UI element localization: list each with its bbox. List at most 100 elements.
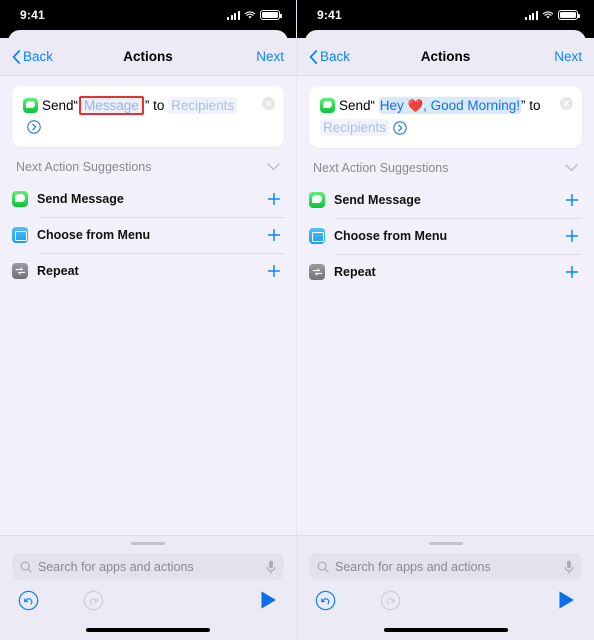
play-icon[interactable] bbox=[259, 590, 278, 610]
action-description: Send“ Message” to Recipients bbox=[23, 95, 273, 137]
status-bar-indicators bbox=[227, 10, 282, 20]
undo-redo-group bbox=[18, 590, 104, 611]
battery-icon bbox=[558, 10, 580, 20]
suggestion-row-send-message[interactable]: Send Message bbox=[309, 182, 582, 218]
chevron-right-circle-icon[interactable] bbox=[393, 121, 407, 135]
home-indicator[interactable] bbox=[86, 628, 210, 632]
suggestions-title: Next Action Suggestions bbox=[313, 161, 449, 175]
plus-icon[interactable] bbox=[267, 264, 281, 278]
back-button[interactable]: Back bbox=[12, 49, 53, 64]
suggestions-list: Send Message Choose from Menu Repeat bbox=[309, 182, 582, 290]
action-card[interactable]: Send“ Hey ❤️, Good Morning!” to Recipien… bbox=[309, 86, 582, 148]
back-button-label: Back bbox=[320, 49, 351, 64]
back-button[interactable]: Back bbox=[309, 49, 350, 64]
close-quote: ” bbox=[520, 98, 526, 113]
right-panel: 9:41 Back Actions Next Send“ Hey ❤️, Goo… bbox=[297, 0, 594, 640]
content-scroll-area: Send“ Message” to Recipients Next Action … bbox=[0, 76, 296, 535]
recipients-token[interactable]: Recipients bbox=[320, 119, 390, 136]
action-card[interactable]: Send“ Message” to Recipients bbox=[12, 86, 284, 147]
sheet-grabber[interactable] bbox=[131, 541, 165, 545]
action-description: Send“ Hey ❤️, Good Morning!” to Recipien… bbox=[320, 95, 571, 138]
navigation-bar: Back Actions Next bbox=[0, 38, 296, 76]
search-input[interactable]: Search for apps and actions bbox=[12, 553, 284, 580]
recipients-token[interactable]: Recipients bbox=[168, 97, 238, 114]
message-token[interactable]: Message bbox=[79, 96, 144, 115]
back-button-label: Back bbox=[23, 49, 54, 64]
undo-icon[interactable] bbox=[315, 590, 336, 611]
suggestions-header[interactable]: Next Action Suggestions bbox=[309, 148, 582, 182]
plus-icon[interactable] bbox=[565, 229, 579, 243]
message-token[interactable]: Hey ❤️, Good Morning! bbox=[378, 97, 521, 114]
open-quote: “ bbox=[73, 98, 79, 113]
navigation-bar: Back Actions Next bbox=[297, 38, 594, 76]
suggestion-label: Repeat bbox=[334, 265, 376, 279]
messages-app-icon bbox=[12, 191, 28, 207]
menu-app-icon bbox=[12, 227, 28, 243]
next-button[interactable]: Next bbox=[554, 49, 582, 64]
suggestion-row-repeat[interactable]: Repeat bbox=[12, 253, 284, 289]
suggestions-header[interactable]: Next Action Suggestions bbox=[12, 147, 284, 181]
clear-circle-icon[interactable] bbox=[262, 97, 275, 110]
status-bar: 9:41 bbox=[0, 0, 296, 30]
action-verb: Send bbox=[339, 98, 371, 113]
status-bar: 9:41 bbox=[297, 0, 594, 30]
heart-emoji-icon: ❤️ bbox=[407, 99, 424, 113]
clear-circle-icon[interactable] bbox=[560, 97, 573, 110]
sheet-top-edge bbox=[297, 30, 594, 48]
status-bar-indicators bbox=[525, 10, 580, 20]
undo-icon[interactable] bbox=[18, 590, 39, 611]
suggestion-row-choose-from-menu[interactable]: Choose from Menu bbox=[309, 218, 582, 254]
bottom-dock: Search for apps and actions bbox=[0, 534, 296, 640]
home-indicator-area bbox=[309, 620, 582, 640]
search-placeholder: Search for apps and actions bbox=[38, 559, 194, 574]
suggestion-label: Send Message bbox=[37, 192, 124, 206]
home-indicator[interactable] bbox=[383, 628, 508, 632]
left-panel: 9:41 Back Actions Next Send“ Message ” t… bbox=[0, 0, 297, 640]
suggestion-row-choose-from-menu[interactable]: Choose from Menu bbox=[12, 217, 284, 253]
repeat-app-icon bbox=[309, 264, 325, 280]
suggestions-list: Send Message Choose from Menu Repeat bbox=[12, 181, 284, 289]
play-icon[interactable] bbox=[557, 590, 576, 610]
action-preposition: to bbox=[529, 98, 541, 113]
editor-toolbar bbox=[309, 580, 582, 620]
microphone-icon[interactable] bbox=[266, 560, 276, 574]
battery-icon bbox=[260, 10, 282, 20]
menu-app-icon bbox=[309, 228, 325, 244]
messages-app-icon bbox=[309, 192, 325, 208]
sheet-grabber[interactable] bbox=[428, 541, 463, 545]
chevron-left-icon bbox=[12, 49, 21, 64]
close-quote: ” bbox=[144, 98, 150, 113]
message-token-text-part1: Hey bbox=[379, 98, 404, 113]
status-bar-time: 9:41 bbox=[317, 8, 342, 22]
cellular-bars-icon bbox=[227, 10, 240, 20]
sheet-top-edge bbox=[0, 30, 296, 48]
messages-app-icon bbox=[320, 98, 335, 113]
dual-screenshot-stage: 9:41 Back Actions Next Send“ Message ” t… bbox=[0, 0, 594, 640]
suggestion-row-repeat[interactable]: Repeat bbox=[309, 254, 582, 290]
microphone-icon[interactable] bbox=[564, 560, 574, 574]
search-icon bbox=[317, 561, 329, 573]
next-button[interactable]: Next bbox=[256, 49, 284, 64]
suggestion-label: Repeat bbox=[37, 264, 79, 278]
plus-icon[interactable] bbox=[565, 193, 579, 207]
search-icon bbox=[20, 561, 32, 573]
suggestion-row-send-message[interactable]: Send Message bbox=[12, 181, 284, 217]
search-placeholder: Search for apps and actions bbox=[335, 559, 491, 574]
editor-toolbar bbox=[12, 580, 284, 620]
chevron-down-icon[interactable] bbox=[267, 163, 280, 171]
chevron-down-icon[interactable] bbox=[565, 164, 578, 172]
action-preposition: to bbox=[153, 98, 165, 113]
wifi-icon bbox=[542, 11, 554, 19]
suggestion-label: Choose from Menu bbox=[37, 228, 151, 242]
search-input[interactable]: Search for apps and actions bbox=[309, 553, 582, 580]
content-scroll-area: Send“ Hey ❤️, Good Morning!” to Recipien… bbox=[297, 76, 594, 535]
repeat-app-icon bbox=[12, 263, 28, 279]
plus-icon[interactable] bbox=[267, 192, 281, 206]
redo-icon bbox=[83, 590, 104, 610]
chevron-right-circle-icon[interactable] bbox=[27, 120, 41, 134]
plus-icon[interactable] bbox=[565, 265, 579, 279]
home-indicator-area bbox=[12, 620, 284, 640]
action-verb: Send bbox=[42, 98, 74, 113]
open-quote: “ bbox=[370, 98, 376, 113]
plus-icon[interactable] bbox=[267, 228, 281, 242]
